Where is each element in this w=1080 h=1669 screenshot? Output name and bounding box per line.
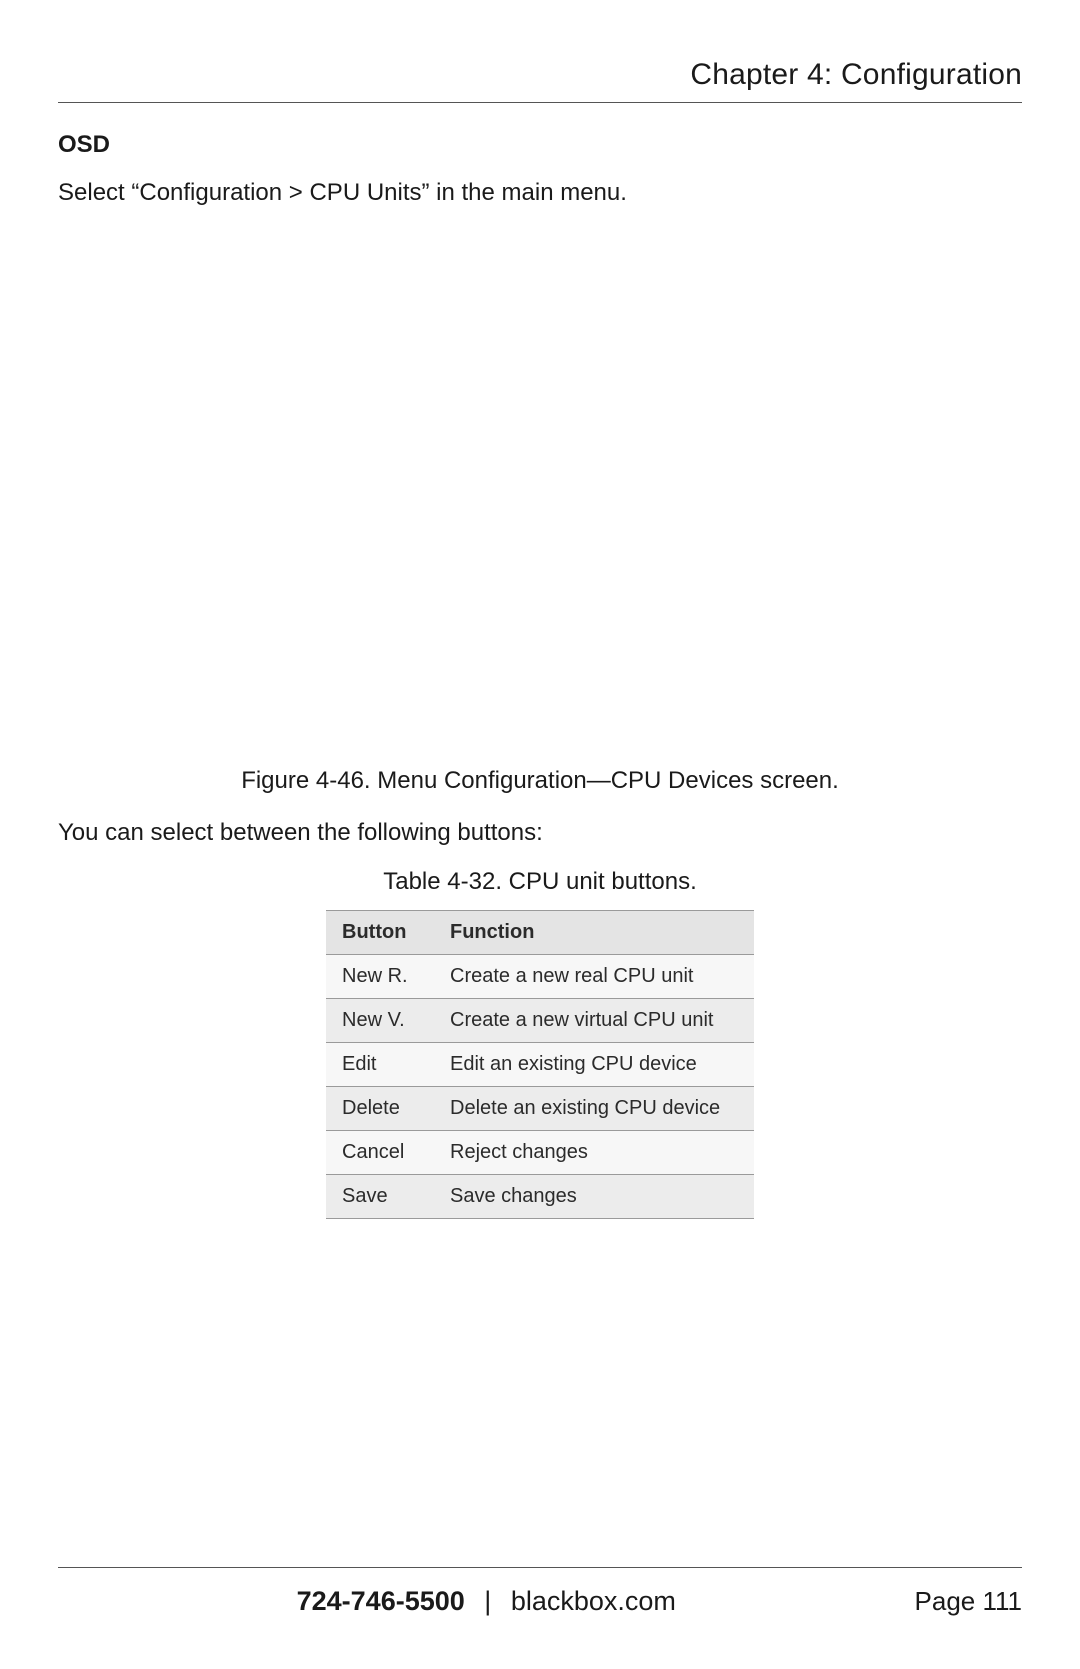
cell-button: Save [326, 1174, 434, 1218]
intro-text: Select “Configuration > CPU Units” in th… [58, 177, 1022, 209]
cell-function: Reject changes [434, 1130, 754, 1174]
document-page: Chapter 4: Configuration OSD Select “Con… [0, 0, 1080, 1669]
footer-separator: | [484, 1586, 491, 1616]
footer-site: blackbox.com [511, 1586, 676, 1616]
cell-function: Create a new virtual CPU unit [434, 998, 754, 1042]
col-header-button: Button [326, 910, 434, 954]
cell-button: New V. [326, 998, 434, 1042]
table-caption: Table 4-32. CPU unit buttons. [58, 868, 1022, 896]
cell-button: Delete [326, 1086, 434, 1130]
table-row: Edit Edit an existing CPU device [326, 1042, 754, 1086]
cell-function: Edit an existing CPU device [434, 1042, 754, 1086]
cell-button: New R. [326, 954, 434, 998]
table-row: Save Save changes [326, 1174, 754, 1218]
table-row: Cancel Reject changes [326, 1130, 754, 1174]
figure-caption: Figure 4-46. Menu Configuration—CPU Devi… [58, 767, 1022, 795]
table-row: New V. Create a new virtual CPU unit [326, 998, 754, 1042]
table-row: Delete Delete an existing CPU device [326, 1086, 754, 1130]
cell-function: Create a new real CPU unit [434, 954, 754, 998]
footer-phone: 724-746-5500 [297, 1586, 465, 1616]
table-wrapper: Button Function New R. Create a new real… [58, 910, 1022, 1219]
figure-placeholder [58, 227, 1022, 767]
footer-page-number: Page 111 [915, 1586, 1022, 1617]
chapter-title: Chapter 4: Configuration [58, 58, 1022, 92]
table-row: New R. Create a new real CPU unit [326, 954, 754, 998]
cell-button: Cancel [326, 1130, 434, 1174]
page-footer: 724-746-5500 | blackbox.com Page 111 [58, 1567, 1022, 1617]
section-heading-osd: OSD [58, 131, 1022, 159]
col-header-function: Function [434, 910, 754, 954]
cell-function: Delete an existing CPU device [434, 1086, 754, 1130]
cell-function: Save changes [434, 1174, 754, 1218]
page-header: Chapter 4: Configuration [58, 58, 1022, 103]
cell-button: Edit [326, 1042, 434, 1086]
table-header-row: Button Function [326, 910, 754, 954]
cpu-buttons-table: Button Function New R. Create a new real… [326, 910, 754, 1219]
buttons-intro-text: You can select between the following but… [58, 817, 1022, 849]
footer-contact: 724-746-5500 | blackbox.com [58, 1586, 915, 1617]
